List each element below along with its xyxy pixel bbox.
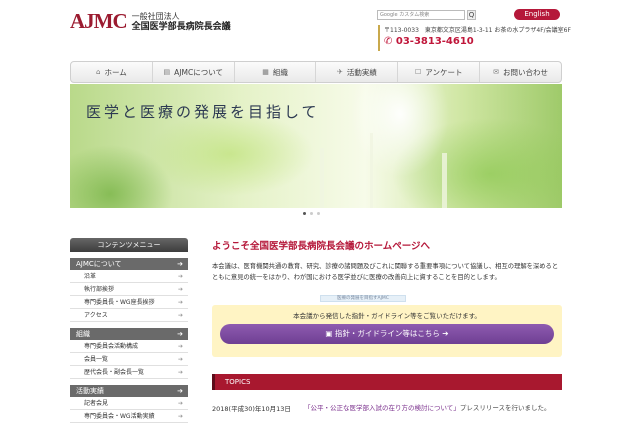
arrow-right-icon: ➔ [177,286,183,293]
arrow-right-icon: ➔ [177,273,183,280]
menu-item[interactable]: 専門委員会活動構成 ➔ [70,340,188,353]
activity-icon: ✈ [336,68,343,76]
menu-item[interactable]: 記者会見 ➔ [70,397,188,410]
menu-section-label: AJMCについて [76,260,122,268]
menu-item[interactable]: 執行部挨拶 ➔ [70,283,188,296]
english-button[interactable]: English [514,9,560,20]
document-icon: ▣ [325,329,335,338]
menu-item[interactable]: アクセス ➔ [70,309,188,322]
organization-icon: ▦ [262,68,269,76]
arrow-right-icon: ➔ [177,400,183,407]
nav-label: 組織 [272,67,288,77]
menu-item-label: 執行部挨拶 [84,286,115,293]
logo-text: 一般社団法人 全国医学部長病院長会議 [132,11,231,33]
site-logo[interactable]: AJMC 一般社団法人 全国医学部長病院長会議 [70,9,231,34]
arrow-right-icon: ➔ [177,299,183,306]
phone-number: ✆ 03-3813-4610 [384,36,474,47]
logo-org-type: 一般社団法人 [131,11,180,21]
home-icon: ⌂ [96,68,101,76]
guideline-notice: 本会議から発信した指針・ガイドライン等をご覧いただけます。 ▣ 指針・ガイドライ… [212,305,562,357]
menu-item-label: 会員一覧 [84,356,109,363]
nav-home[interactable]: ⌂ ホーム [71,62,153,82]
nav-contact[interactable]: ✉ お問い合わせ [480,62,561,82]
menu-item[interactable]: 沿革 ➔ [70,270,188,283]
hero-banner: 医学と医療の発展を目指して [70,84,562,208]
arrow-right-icon: ➔ [177,413,183,420]
search-icon: Q [468,11,475,19]
logo-mark: AJMC [70,9,128,33]
carousel-dot[interactable] [303,212,306,215]
menu-item-label: 専門委員会・WG活動実績 [84,413,155,420]
content-menu: コンテンツメニュー AJMCについて ➔ 沿革 ➔ 執行部挨拶 ➔ 専門委員長・WG座… [70,238,188,423]
menu-item-label: 記者会見 [84,400,109,407]
image-tooltip: 医療の発展を目指すAJMC [320,295,406,302]
guideline-button-label: 指針・ガイドライン等はこちら [334,329,440,338]
arrow-right-icon: ➔ [177,356,183,363]
topic-text: 「公平・公正な医学部入試の在り方の検討について」プレスリリースを行いました。 [304,403,562,414]
hero-tree-trunk [320,148,324,208]
menu-section-organization[interactable]: 組織 ➔ [70,327,188,340]
nav-organization[interactable]: ▦ 組織 [235,62,317,82]
menu-item[interactable]: 歴代会長・副会長一覧 ➔ [70,366,188,379]
search-input[interactable]: Google カスタム検索 [377,10,465,20]
welcome-heading: ようこそ全国医学部長病院長会議のホームページへ [212,241,431,252]
building-icon: ▤ [163,68,171,76]
logo-org-name: 全国医学部長病院長会議 [131,21,231,32]
topics-header: TOPICS [212,374,562,390]
notice-text: 本会議から発信した指針・ガイドライン等をご覧いただけます。 [293,312,481,320]
nav-label: 活動実績 [346,67,377,77]
menu-item[interactable]: 会員一覧 ➔ [70,353,188,366]
menu-item[interactable]: 専門委員会・WG活動実績 ➔ [70,410,188,423]
menu-item-label: アクセス [84,312,108,319]
phone-icon: ✆ [384,36,396,47]
menu-section-about[interactable]: AJMCについて ➔ [70,257,188,270]
menu-section-label: 活動実績 [76,387,104,395]
menu-section-label: 組織 [76,330,90,338]
hero-tree-trunk [442,153,447,208]
global-nav: ⌂ ホーム ▤ AJMCについて ▦ 組織 ✈ 活動実績 ☐ アンケート ✉ お問い合わせ [70,61,562,83]
menu-item[interactable]: 専門委員長・WG座長挨拶 ➔ [70,296,188,309]
hero-tree-trunk [370,133,373,208]
nav-about[interactable]: ▤ AJMCについて [153,62,235,82]
arrow-right-icon: ➔ [439,329,449,338]
nav-label: ホーム [104,67,127,77]
carousel-dot[interactable] [317,212,320,215]
intro-paragraph: 本会議は、医育機関共通の教育、研究、診療の諸問題及びこれに関聯する重要事項につい… [212,263,559,281]
menu-item-label: 歴代会長・副会長一覧 [84,369,145,376]
nav-label: お問い合わせ [502,67,548,77]
carousel-dots [303,212,320,215]
carousel-dot[interactable] [310,212,313,215]
topic-link[interactable]: 「公平・公正な医学部入試の在り方の検討について」 [304,404,460,412]
main-content: ようこそ全国医学部長病院長会議のホームページへ 本会議は、医育機関共通の教育、研… [212,238,562,413]
nav-label: AJMCについて [174,67,223,77]
topic-date: 2018(平成30)年10月13日 [212,405,291,413]
phone-label: 03-3813-4610 [395,36,474,47]
survey-icon: ☐ [414,68,422,76]
site-header: AJMC 一般社団法人 全国医学部長病院長会議 Google カスタム検索 Q … [0,0,640,60]
menu-item-label: 沿革 [84,273,97,280]
nav-label: アンケート [425,67,463,77]
content-menu-title: コンテンツメニュー [70,238,188,252]
address-text: 〒113-0033 東京都文京区湯島1-3-11 お茶の水プラザ4F/会議室6F [384,27,571,34]
arrow-right-icon: ➔ [177,312,183,319]
guideline-button[interactable]: ▣ 指針・ガイドライン等はこちら ➔ [220,324,554,344]
arrow-right-icon: ➔ [177,343,183,350]
arrow-right-icon: ➔ [177,369,183,376]
menu-item-label: 専門委員会活動構成 [84,343,139,350]
menu-section-activities[interactable]: 活動実績 ➔ [70,384,188,397]
topic-description: プレスリリースを行いました。 [459,404,551,412]
menu-item-label: 専門委員長・WG座長挨拶 [84,299,155,306]
hero-title: 医学と医療の発展を目指して [86,103,320,121]
mail-icon: ✉ [493,68,499,76]
search-button[interactable]: Q [467,10,476,20]
nav-activities[interactable]: ✈ 活動実績 [316,62,399,82]
nav-survey[interactable]: ☐ アンケート [398,62,481,82]
